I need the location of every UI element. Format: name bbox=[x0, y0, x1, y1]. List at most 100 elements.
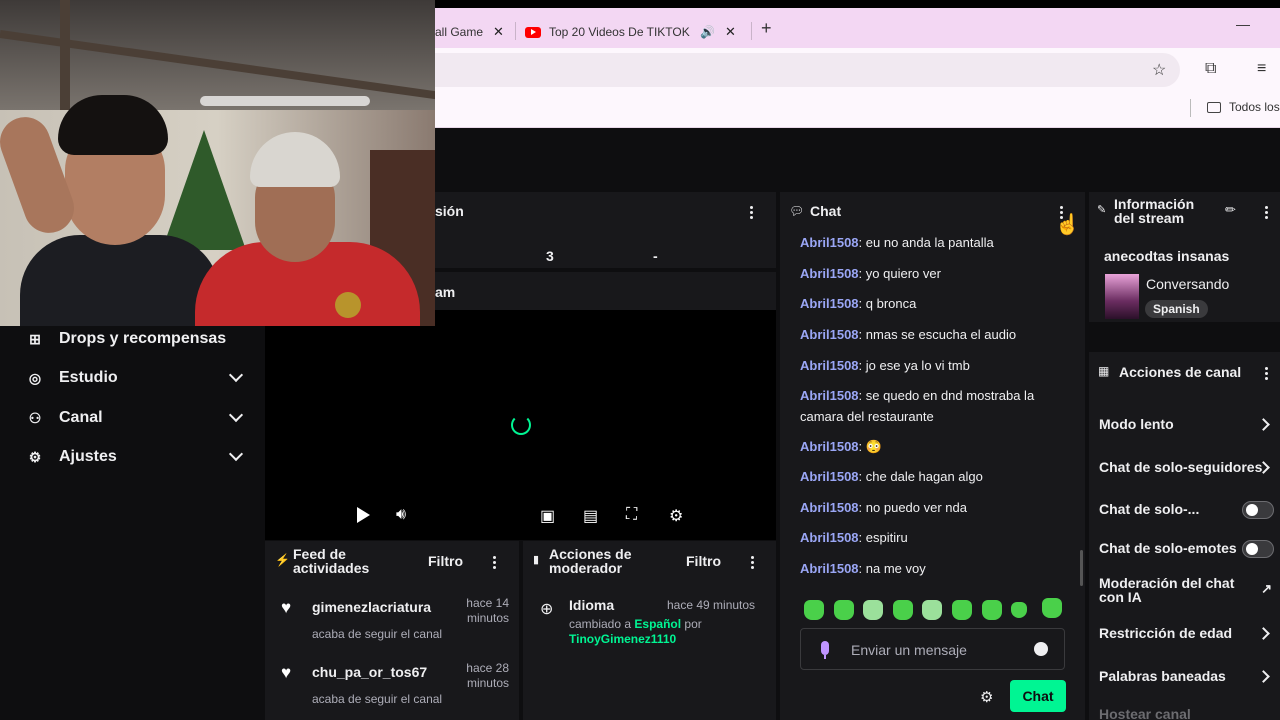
chat-text: na me voy bbox=[865, 561, 926, 576]
emote-icon[interactable] bbox=[1042, 598, 1062, 618]
chat-username[interactable]: Abril1508 bbox=[800, 235, 859, 250]
chat-username[interactable]: Abril1508 bbox=[800, 388, 859, 403]
mini-player-icon[interactable]: ▣ bbox=[540, 506, 555, 526]
volume-icon[interactable]: 🔊︎ bbox=[396, 506, 406, 524]
chevron-right-icon bbox=[1257, 670, 1270, 683]
chat-username[interactable]: Abril1508 bbox=[800, 561, 859, 576]
nav-item-estudio[interactable]: ◎ Estudio bbox=[26, 367, 251, 387]
emote-icon[interactable] bbox=[834, 600, 854, 620]
title-line: Acciones de bbox=[549, 546, 632, 562]
play-icon[interactable] bbox=[357, 507, 370, 523]
feed-item[interactable]: ♥ gimenezlacriatura hace 14 minutos acab… bbox=[279, 596, 509, 646]
tab-game[interactable]: all Game ✕ bbox=[435, 16, 507, 48]
chat-message[interactable]: Abril1508: che dale hagan algo bbox=[800, 466, 1060, 487]
language-link[interactable]: Español bbox=[634, 617, 681, 631]
time-line: hace 14 bbox=[466, 596, 509, 610]
theater-mode-icon[interactable]: ▤ bbox=[583, 506, 598, 526]
chat-username[interactable]: Abril1508 bbox=[800, 530, 859, 545]
edit-icon[interactable]: ✏ bbox=[1225, 202, 1236, 218]
chat-message[interactable]: Abril1508: yo quiero ver bbox=[800, 263, 1060, 284]
bookmark-separator bbox=[1190, 99, 1191, 117]
emote-icon[interactable] bbox=[1011, 602, 1027, 618]
emote-icon[interactable] bbox=[863, 600, 883, 620]
feed-username: gimenezlacriatura bbox=[312, 599, 432, 615]
lightning-icon: ⚡ bbox=[275, 553, 290, 567]
action-banned-words[interactable]: Palabras baneadas bbox=[1099, 668, 1274, 686]
close-icon[interactable]: ✕ bbox=[725, 24, 736, 40]
chat-username[interactable]: Abril1508 bbox=[800, 439, 859, 454]
subs-only-toggle[interactable] bbox=[1242, 501, 1274, 519]
chat-send-button[interactable]: Chat bbox=[1010, 680, 1066, 712]
nav-item-drops[interactable]: ⊞ Drops y recompensas bbox=[26, 330, 251, 348]
emote-icon[interactable] bbox=[922, 600, 942, 620]
fullscreen-icon[interactable]: ⛶ bbox=[626, 506, 637, 524]
microphone-icon[interactable] bbox=[821, 641, 829, 659]
extensions-icon[interactable]: ⧉ bbox=[1205, 60, 1216, 78]
emote-icon[interactable] bbox=[982, 600, 1002, 620]
chat-settings-icon[interactable]: ⚙ bbox=[980, 688, 993, 706]
more-options-icon[interactable] bbox=[1265, 206, 1269, 221]
feed-username: chu_pa_or_tos67 bbox=[312, 664, 428, 680]
chat-message[interactable]: Abril1508: na me voy bbox=[800, 558, 1060, 579]
title-line: Información bbox=[1114, 196, 1195, 212]
chat-message[interactable]: Abril1508: nmas se escucha el audio bbox=[800, 324, 1060, 345]
category-name[interactable]: Conversando bbox=[1146, 276, 1229, 292]
chat-scrollbar[interactable] bbox=[1080, 550, 1083, 586]
address-bar[interactable] bbox=[435, 53, 1180, 87]
speaker-icon[interactable]: 🔊 bbox=[700, 25, 715, 39]
action-host-channel[interactable]: Hostear canal bbox=[1099, 706, 1274, 720]
chat-message[interactable]: Abril1508: eu no anda la pantalla bbox=[800, 232, 1060, 253]
chat-message[interactable]: Abril1508: se quedo en dnd mostraba la c… bbox=[800, 385, 1060, 427]
chat-username[interactable]: Abril1508 bbox=[800, 296, 859, 311]
minimize-icon[interactable]: — bbox=[1236, 16, 1250, 32]
moderator-link[interactable]: TinoyGimenez1110 bbox=[569, 632, 676, 646]
action-label: Chat de solo-emotes bbox=[1099, 540, 1237, 556]
action-age-restriction[interactable]: Restricción de edad bbox=[1099, 625, 1274, 643]
nav-item-ajustes[interactable]: ⚙ Ajustes bbox=[26, 446, 251, 466]
chat-message[interactable]: Abril1508: no puedo ver nda bbox=[800, 497, 1060, 518]
chat-message[interactable]: Abril1508: 😳 bbox=[800, 436, 1060, 457]
emoji-picker-icon[interactable] bbox=[1034, 642, 1048, 656]
chat-username[interactable]: Abril1508 bbox=[800, 469, 859, 484]
video-player[interactable]: 🔊︎ ▣ ▤ ⛶ ⚙ bbox=[265, 310, 776, 540]
emote-icon[interactable] bbox=[804, 600, 824, 620]
emote-icon[interactable] bbox=[952, 600, 972, 620]
action-label: Chat de solo-seguidores bbox=[1099, 459, 1263, 475]
tab-youtube[interactable]: Top 20 Videos De TIKTOK M 🔊 ✕ bbox=[521, 16, 745, 48]
new-tab-icon[interactable]: + bbox=[761, 18, 772, 39]
chat-input[interactable]: Enviar un mensaje bbox=[800, 628, 1065, 670]
more-options-icon[interactable] bbox=[751, 556, 755, 571]
star-icon[interactable]: ☆ bbox=[1152, 60, 1166, 80]
media-control-icon[interactable]: ≡ bbox=[1257, 60, 1266, 78]
more-options-icon[interactable] bbox=[750, 206, 754, 221]
emotes-only-toggle[interactable] bbox=[1242, 540, 1274, 558]
nav-item-canal[interactable]: ⚇ Canal bbox=[26, 407, 251, 427]
action-ai-moderation[interactable]: Moderación del chat con IA ↗ bbox=[1099, 576, 1274, 608]
webcam-overlay bbox=[0, 0, 435, 326]
chat-message[interactable]: Abril1508: jo ese ya lo vi tmb bbox=[800, 355, 1060, 376]
tab-separator bbox=[751, 22, 752, 40]
filter-button[interactable]: Filtro bbox=[686, 553, 721, 569]
close-icon[interactable]: ✕ bbox=[493, 24, 504, 40]
action-label: Hostear canal bbox=[1099, 706, 1191, 720]
action-slow-mode[interactable]: Modo lento bbox=[1099, 416, 1274, 434]
external-link-icon: ↗ bbox=[1261, 581, 1272, 596]
chat-username[interactable]: Abril1508 bbox=[800, 266, 859, 281]
category-thumbnail[interactable] bbox=[1105, 274, 1139, 319]
chat-username[interactable]: Abril1508 bbox=[800, 358, 859, 373]
more-options-icon[interactable] bbox=[493, 556, 497, 571]
filter-button[interactable]: Filtro bbox=[428, 553, 463, 569]
chat-username[interactable]: Abril1508 bbox=[800, 327, 859, 342]
chat-message[interactable]: Abril1508: q bronca bbox=[800, 293, 1060, 314]
action-subs-only[interactable]: Chat de solo-... bbox=[1099, 501, 1274, 523]
more-options-icon[interactable] bbox=[1265, 367, 1269, 382]
chat-message[interactable]: Abril1508: espitiru bbox=[800, 527, 1060, 548]
action-emotes-only[interactable]: Chat de solo-emotes bbox=[1099, 540, 1274, 562]
settings-icon[interactable]: ⚙ bbox=[669, 506, 683, 526]
nav-label: Estudio bbox=[59, 369, 118, 386]
bookmark-folder[interactable]: Todos los bbox=[1207, 100, 1280, 114]
emote-icon[interactable] bbox=[893, 600, 913, 620]
feed-item[interactable]: ♥ chu_pa_or_tos67 hace 28 minutos acaba … bbox=[279, 661, 509, 711]
chat-username[interactable]: Abril1508 bbox=[800, 500, 859, 515]
action-followers-only[interactable]: Chat de solo-seguidores bbox=[1099, 459, 1274, 477]
